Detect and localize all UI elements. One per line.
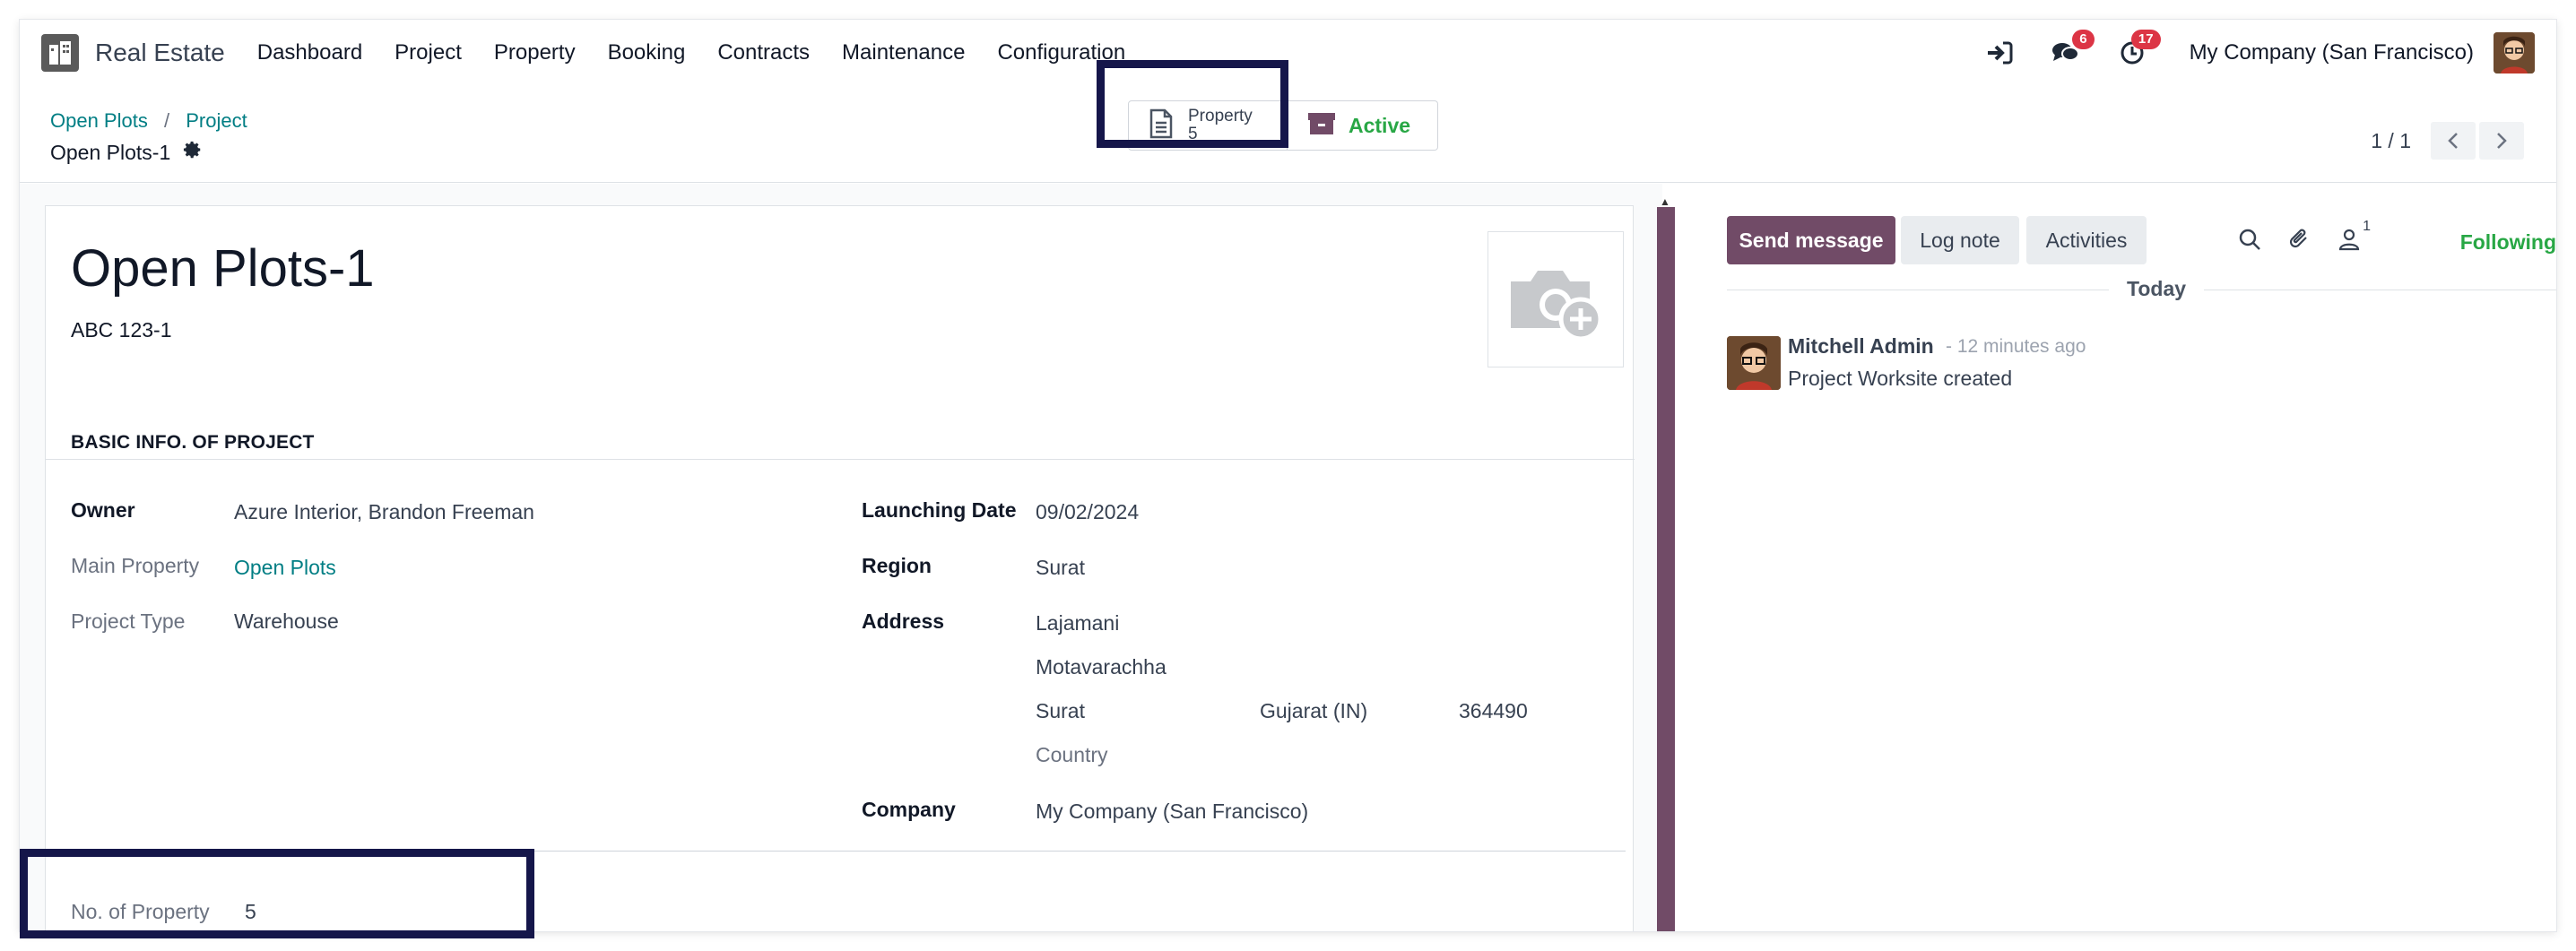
- record-title-text: Open Plots-1: [50, 140, 171, 164]
- project-type-field[interactable]: Warehouse: [234, 610, 339, 634]
- form-sheet: Open Plots-1 ABC 123-1 BASIC INFO. OF PR…: [45, 205, 1635, 931]
- archive-icon: [1307, 111, 1336, 141]
- message-body: Project Worksite created: [1788, 367, 2013, 390]
- messages-badge: 6: [2072, 30, 2095, 49]
- send-message-button[interactable]: Send message: [1727, 216, 1895, 264]
- breadcrumb-project[interactable]: Project: [186, 109, 247, 132]
- breadcrumb-separator: /: [163, 109, 170, 132]
- chatter-panel: Send message Log note Activities 1 Follo…: [1675, 184, 2556, 931]
- search-icon[interactable]: [2238, 228, 2261, 255]
- app-name[interactable]: Real Estate: [95, 39, 225, 67]
- camera-plus-icon[interactable]: [1487, 231, 1624, 367]
- message-avatar[interactable]: [1727, 336, 1781, 390]
- clock-icon[interactable]: 17: [2114, 30, 2161, 71]
- region-field[interactable]: Surat: [1036, 556, 1085, 580]
- paperclip-icon[interactable]: [2288, 227, 2311, 256]
- app-logo-icon[interactable]: [41, 34, 79, 72]
- chatter-tools: 1: [2238, 219, 2387, 256]
- company-label: Company: [862, 798, 956, 821]
- section-divider: [46, 459, 1635, 460]
- street2-field[interactable]: Motavarachha: [1036, 655, 1167, 679]
- date-separator: Today: [2109, 277, 2205, 301]
- chatter-resize-bar[interactable]: [1657, 207, 1675, 931]
- menu-booking[interactable]: Booking: [608, 40, 686, 65]
- sign-in-icon[interactable]: [1982, 35, 2017, 71]
- launching-date-label: Launching Date: [862, 498, 1017, 522]
- highlight-box-property-button: [1097, 60, 1288, 148]
- active-label: Active: [1349, 113, 1411, 137]
- menu-maintenance[interactable]: Maintenance: [842, 40, 965, 65]
- zip-field[interactable]: 364490: [1459, 699, 1528, 723]
- project-name[interactable]: Open Plots-1: [71, 238, 375, 298]
- owner-field[interactable]: Azure Interior, Brandon Freeman: [234, 500, 534, 524]
- pager: 1 / 1: [2371, 122, 2524, 160]
- main-property-link[interactable]: Open Plots: [234, 556, 336, 580]
- address-label: Address: [862, 610, 945, 633]
- systray: 6 17 My Company (San Francisco): [1951, 20, 2535, 86]
- country-field[interactable]: Country: [1036, 743, 1108, 767]
- breadcrumb-current: Open Plots-1: [50, 140, 203, 165]
- messages-icon[interactable]: 6: [2048, 30, 2095, 71]
- highlight-box-no-of-property: [20, 849, 534, 938]
- active-toggle-button[interactable]: Active: [1288, 100, 1438, 151]
- company-switcher[interactable]: My Company (San Francisco): [2190, 40, 2474, 65]
- menu-property[interactable]: Property: [494, 40, 576, 65]
- gear-icon[interactable]: [183, 140, 203, 165]
- message-time: - 12 minutes ago: [1946, 336, 2086, 357]
- breadcrumb-open-plots[interactable]: Open Plots: [50, 109, 148, 132]
- following-toggle[interactable]: Following: [2460, 230, 2556, 255]
- main-property-label: Main Property: [71, 554, 200, 577]
- menu-dashboard[interactable]: Dashboard: [257, 40, 362, 65]
- scroll-up-arrow[interactable]: ▲: [1660, 195, 1670, 208]
- company-field[interactable]: My Company (San Francisco): [1036, 800, 1308, 824]
- chevron-left-icon[interactable]: [2431, 122, 2476, 160]
- menu-contracts[interactable]: Contracts: [717, 40, 810, 65]
- state-field[interactable]: Gujarat (IN): [1260, 699, 1367, 723]
- form-view: Open Plots-1 ABC 123-1 BASIC INFO. OF PR…: [20, 184, 1662, 931]
- activities-badge: 17: [2130, 30, 2161, 49]
- message-author[interactable]: Mitchell Admin: [1788, 334, 1934, 359]
- launching-date-field[interactable]: 09/02/2024: [1036, 500, 1139, 524]
- user-avatar[interactable]: [2494, 32, 2535, 73]
- street-field[interactable]: Lajamani: [1036, 611, 1119, 635]
- section-title-basic-info: BASIC INFO. OF PROJECT: [71, 432, 315, 453]
- pager-value[interactable]: 1 / 1: [2371, 129, 2411, 153]
- project-code[interactable]: ABC 123-1: [71, 318, 172, 342]
- region-label: Region: [862, 554, 932, 577]
- chevron-right-icon[interactable]: [2479, 122, 2524, 160]
- breadcrumb: Open Plots / Project: [50, 109, 247, 133]
- followers-count: 1: [2363, 219, 2371, 234]
- city-field[interactable]: Surat: [1036, 699, 1085, 723]
- follower-icon[interactable]: 1: [2338, 219, 2371, 255]
- app-window: Real Estate Dashboard Project Property B…: [20, 20, 2556, 931]
- log-note-button[interactable]: Log note: [1901, 216, 2019, 264]
- project-type-label: Project Type: [71, 610, 186, 633]
- activities-button[interactable]: Activities: [2026, 216, 2147, 264]
- menu-project[interactable]: Project: [395, 40, 462, 65]
- owner-label: Owner: [71, 498, 135, 522]
